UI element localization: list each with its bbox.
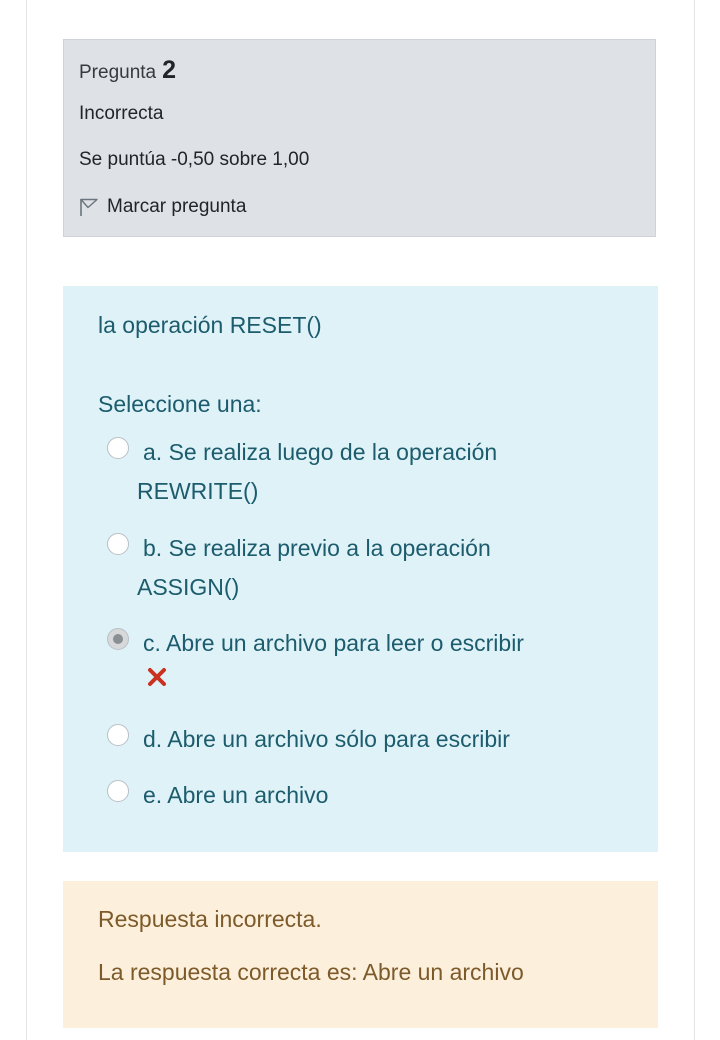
answer-label-c: c. Abre un archivo para leer o escribir (143, 624, 613, 663)
answer-radio-e[interactable] (107, 780, 129, 802)
answer-prompt: Seleccione una: (98, 391, 262, 417)
answer-radio-a[interactable] (107, 437, 129, 459)
question-heading: Pregunta 2 (79, 56, 176, 85)
answer-text-e-line1: e. Abre un archivo (143, 782, 329, 808)
flag-question-button[interactable]: Marcar pregunta (79, 196, 246, 218)
answer-label-a: a. Se realiza luego de la operación REWR… (137, 433, 613, 504)
question-label: Pregunta (79, 62, 157, 83)
answer-radio-d[interactable] (107, 724, 129, 746)
feedback-result: Respuesta incorrecta. (98, 906, 322, 932)
question-state: Incorrecta (79, 103, 164, 124)
answer-label-b: b. Se realiza previo a la operación ASSI… (137, 529, 613, 600)
answer-text-b-line1: b. Se realiza previo a la operación (143, 535, 491, 561)
answer-text-c-line1: c. Abre un archivo para leer o escribir (143, 630, 524, 656)
feedback-correct-answer: La respuesta correcta es: Abre un archiv… (98, 959, 524, 985)
question-formulation: la operación RESET() Seleccione una: a. … (63, 286, 658, 852)
flag-outline-icon (80, 198, 98, 216)
answer-radio-b[interactable] (107, 533, 129, 555)
question-info-panel: Pregunta 2 Incorrecta Se puntúa -0,50 sob… (63, 39, 656, 237)
question-grade: Se puntúa -0,50 sobre 1,00 (79, 149, 310, 170)
answer-radio-c[interactable] (107, 628, 129, 650)
answer-text-b-line2: ASSIGN() (137, 574, 240, 600)
answer-label-e: e. Abre un archivo (143, 776, 613, 815)
question-number: 2 (162, 56, 177, 84)
answer-label-d: d. Abre un archivo sólo para escribir (143, 720, 613, 759)
answer-feedback-panel: Respuesta incorrecta. La respuesta corre… (63, 881, 658, 1028)
answer-text-d-line1: d. Abre un archivo sólo para escribir (143, 726, 510, 752)
quiz-review-page: Pregunta 2 Incorrecta Se puntúa -0,50 sob… (0, 0, 720, 1040)
answer-text-a-line1: a. Se realiza luego de la operación (143, 439, 498, 465)
content-border-right (694, 0, 695, 1040)
answer-text-a-line2: REWRITE() (137, 478, 259, 504)
cross-icon (148, 668, 166, 686)
flag-question-label: Marcar pregunta (107, 196, 247, 217)
question-text: la operación RESET() (98, 312, 322, 338)
content-border-left (26, 0, 27, 1040)
